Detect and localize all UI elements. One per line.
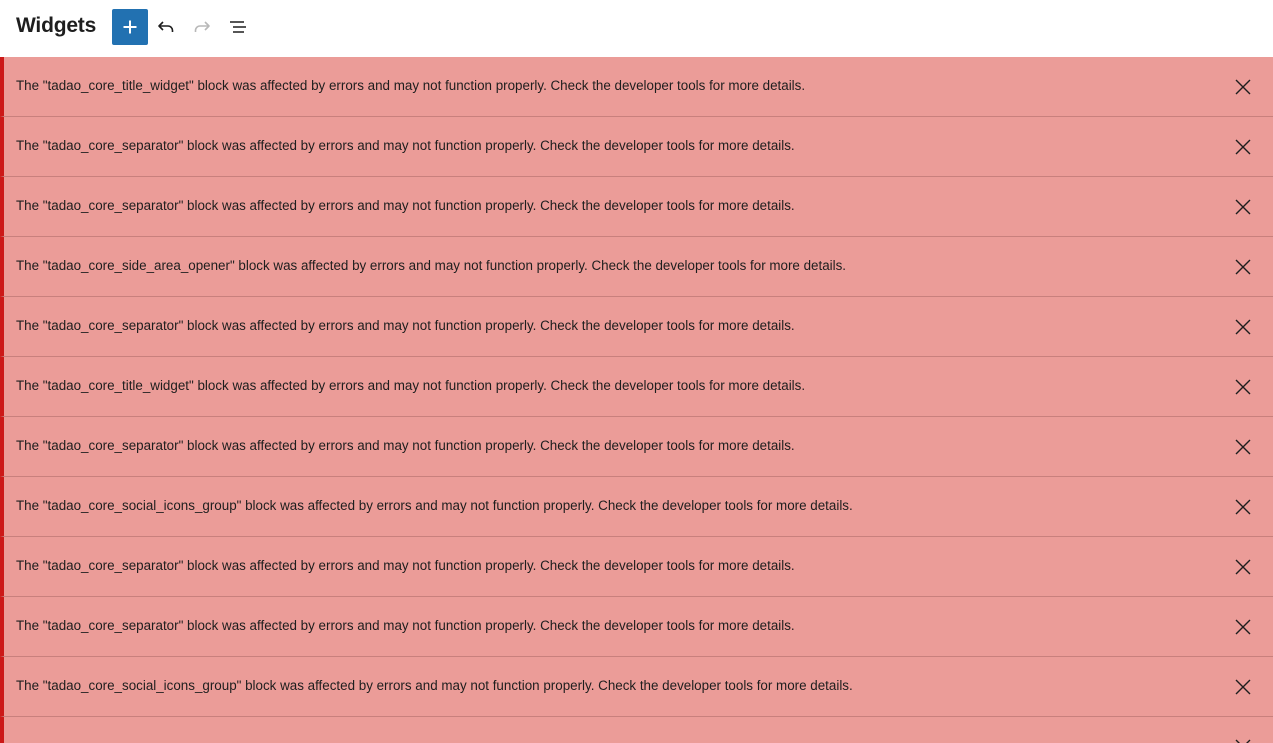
dismiss-notice-button[interactable] bbox=[1232, 196, 1254, 218]
plus-icon bbox=[123, 20, 137, 34]
close-icon bbox=[1235, 739, 1251, 743]
notice-message: The "tadao_core_separator" block was aff… bbox=[16, 438, 795, 453]
notice-message: The "tadao_core_side_area_opener" block … bbox=[16, 258, 847, 273]
dismiss-notice-button[interactable] bbox=[1232, 316, 1254, 338]
close-icon bbox=[1235, 439, 1251, 455]
error-notice: The "tadao_core_separator" block was aff… bbox=[0, 297, 1273, 357]
list-view-icon bbox=[230, 21, 246, 33]
notice-message: The "tadao_core_social_icons_group" bloc… bbox=[16, 498, 853, 513]
error-notice: The "tadao_core_title_widget" block was … bbox=[0, 57, 1273, 117]
dismiss-notice-button[interactable] bbox=[1232, 376, 1254, 398]
notice-message: The "tadao_core_separator" block was aff… bbox=[16, 618, 795, 633]
error-notice: The "tadao_core_separator" block was aff… bbox=[0, 537, 1273, 597]
redo-button[interactable] bbox=[188, 13, 216, 41]
dismiss-notice-button[interactable] bbox=[1232, 736, 1254, 743]
dismiss-notice-button[interactable] bbox=[1232, 676, 1254, 698]
error-notice: The "tadao_core_separator" block was aff… bbox=[0, 117, 1273, 177]
notice-message: The "tadao_core_separator" block was aff… bbox=[16, 558, 795, 573]
notice-message: The "tadao_core_separator" block was aff… bbox=[16, 198, 795, 213]
close-icon bbox=[1235, 559, 1251, 575]
close-icon bbox=[1235, 499, 1251, 515]
dismiss-notice-button[interactable] bbox=[1232, 436, 1254, 458]
error-notice: The "tadao_core_side_area_opener" block … bbox=[0, 237, 1273, 297]
editor-header: Widgets bbox=[0, 0, 1273, 57]
add-block-button[interactable] bbox=[112, 9, 148, 45]
error-notice: The "tadao_core_separator" block was aff… bbox=[0, 597, 1273, 657]
notice-list: The "tadao_core_title_widget" block was … bbox=[0, 57, 1273, 743]
page-title: Widgets bbox=[16, 14, 97, 37]
error-notice: The "tadao_core_social_icons_group" bloc… bbox=[0, 657, 1273, 717]
error-notice: The "tadao_core_separator" block was aff… bbox=[0, 177, 1273, 237]
close-icon bbox=[1235, 259, 1251, 275]
notice-message: The "tadao_core_title_widget" block was … bbox=[16, 78, 806, 93]
close-icon bbox=[1235, 679, 1251, 695]
undo-button[interactable] bbox=[152, 13, 180, 41]
dismiss-notice-button[interactable] bbox=[1232, 136, 1254, 158]
dismiss-notice-button[interactable] bbox=[1232, 616, 1254, 638]
dismiss-notice-button[interactable] bbox=[1232, 556, 1254, 578]
dismiss-notice-button[interactable] bbox=[1232, 76, 1254, 98]
notice-message: The "tadao_core_title_widget" block was … bbox=[16, 378, 806, 393]
close-icon bbox=[1235, 319, 1251, 335]
error-notice: The "tadao_core_social_icons_group" bloc… bbox=[0, 477, 1273, 537]
redo-icon bbox=[194, 21, 210, 32]
close-icon bbox=[1235, 619, 1251, 635]
error-notice: The "tadao_core_title_widget" block was … bbox=[0, 357, 1273, 417]
list-view-button[interactable] bbox=[224, 13, 252, 41]
dismiss-notice-button[interactable] bbox=[1232, 256, 1254, 278]
error-notice bbox=[0, 717, 1273, 743]
close-icon bbox=[1235, 79, 1251, 95]
undo-icon bbox=[158, 21, 174, 32]
close-icon bbox=[1235, 199, 1251, 215]
close-icon bbox=[1235, 139, 1251, 155]
notice-message: The "tadao_core_separator" block was aff… bbox=[16, 318, 795, 333]
dismiss-notice-button[interactable] bbox=[1232, 496, 1254, 518]
notice-message: The "tadao_core_social_icons_group" bloc… bbox=[16, 678, 853, 693]
notice-message: The "tadao_core_separator" block was aff… bbox=[16, 138, 795, 153]
close-icon bbox=[1235, 379, 1251, 395]
error-notice: The "tadao_core_separator" block was aff… bbox=[0, 417, 1273, 477]
